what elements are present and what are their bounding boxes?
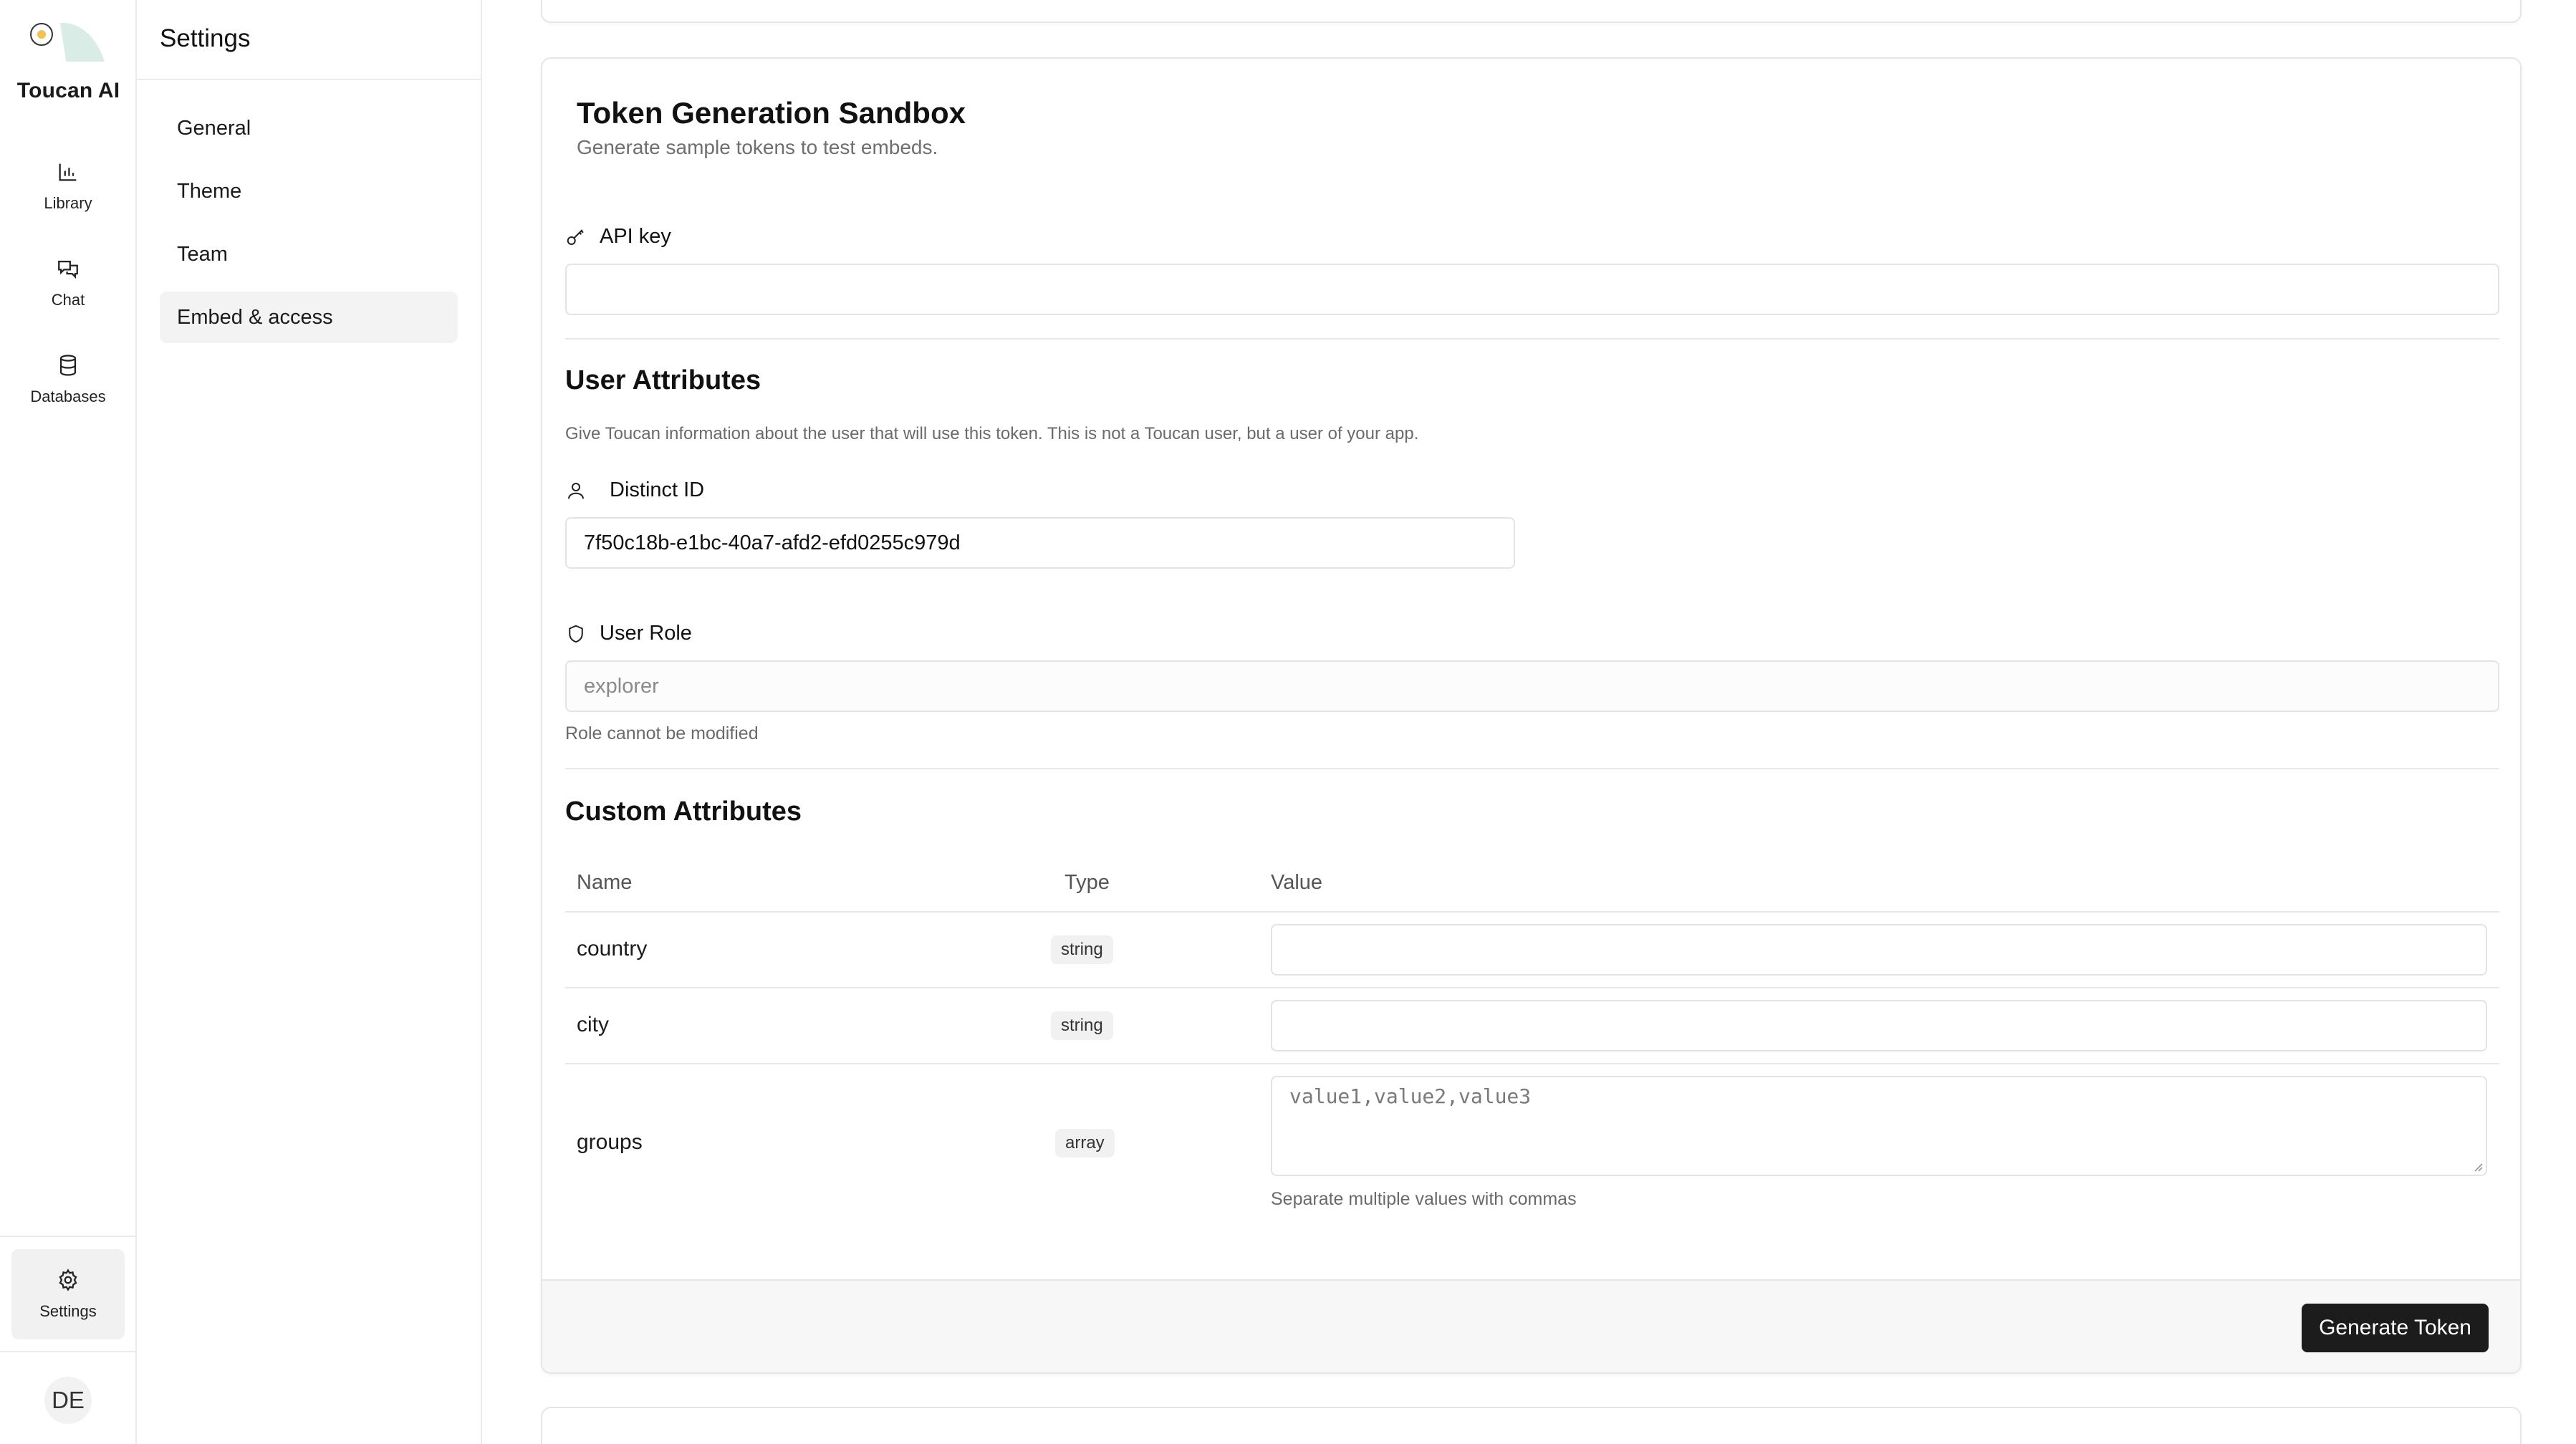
database-icon <box>59 355 77 376</box>
user-role-label: User Role <box>565 622 692 645</box>
row-divider <box>565 1063 2499 1064</box>
user-role-help: Role cannot be modified <box>565 723 759 743</box>
token-sandbox-card: Token Generation Sandbox Generate sample… <box>541 57 2522 1374</box>
settings-header-divider <box>137 79 481 80</box>
rail-item-label: Settings <box>39 1302 97 1320</box>
nav-item-theme[interactable]: Theme <box>160 165 458 217</box>
settings-nav: Settings General Theme Team Embed & acce… <box>137 0 482 1444</box>
nav-item-team[interactable]: Team <box>160 228 458 280</box>
bar-chart-icon <box>59 163 77 181</box>
api-key-label: API key <box>565 225 671 249</box>
card-footer: Generate Token <box>542 1279 2520 1372</box>
nav-item-embed-access[interactable]: Embed & access <box>160 292 458 343</box>
shield-icon <box>569 625 583 642</box>
rail-item-settings[interactable]: Settings <box>11 1249 125 1339</box>
api-key-input[interactable] <box>565 264 2499 315</box>
attribute-name: groups <box>577 1130 643 1154</box>
type-badge: string <box>1051 935 1113 964</box>
resize-grip-icon[interactable] <box>2471 1160 2483 1172</box>
next-card <box>541 1407 2522 1444</box>
api-key-label-text: API key <box>600 225 671 248</box>
user-attributes-title: User Attributes <box>565 365 761 395</box>
main-content: Token Generation Sandbox Generate sample… <box>482 0 2576 1444</box>
rail-item-library[interactable]: Library <box>11 143 125 229</box>
custom-attributes-title: Custom Attributes <box>565 796 802 827</box>
distinct-id-label: Distinct ID <box>565 478 704 502</box>
divider <box>565 768 2499 769</box>
card-title: Token Generation Sandbox <box>577 96 966 130</box>
attribute-name: country <box>577 937 648 961</box>
user-attributes-description: Give Toucan information about the user t… <box>565 424 1419 443</box>
rail-item-label: Chat <box>51 291 85 309</box>
user-role-label-text: User Role <box>600 622 692 645</box>
row-divider <box>565 987 2499 988</box>
rail-item-databases[interactable]: Databases <box>11 337 125 423</box>
avatar[interactable]: DE <box>44 1377 92 1424</box>
nav-item-general[interactable]: General <box>160 102 458 154</box>
user-icon <box>568 482 584 499</box>
rail-divider <box>0 1236 137 1237</box>
attribute-name: city <box>577 1013 609 1036</box>
groups-help: Separate multiple values with commas <box>1271 1189 1577 1209</box>
textarea-placeholder: value1,value2,value3 <box>1289 1084 1532 1108</box>
chat-bubbles-icon <box>58 260 78 279</box>
rail-item-label: Databases <box>30 388 106 405</box>
generate-token-button[interactable]: Generate Token <box>2302 1304 2489 1352</box>
column-header-name: Name <box>577 871 633 894</box>
column-header-value: Value <box>1271 871 1323 894</box>
toucan-logo-icon <box>30 22 105 62</box>
column-header-type: Type <box>1064 871 1110 894</box>
brand[interactable]: Toucan AI <box>0 0 137 129</box>
settings-title: Settings <box>160 24 251 52</box>
rail-item-chat[interactable]: Chat <box>11 240 125 326</box>
card-subtitle: Generate sample tokens to test embeds. <box>577 136 938 158</box>
country-value-input[interactable] <box>1271 924 2487 976</box>
user-role-input: explorer <box>565 660 2499 712</box>
type-badge: string <box>1051 1011 1113 1040</box>
rail-divider <box>0 1351 137 1352</box>
key-icon <box>567 228 584 245</box>
gear-icon <box>59 1269 77 1291</box>
distinct-id-input[interactable]: 7f50c18b-e1bc-40a7-afd2-efd0255c979d <box>565 517 1515 569</box>
previous-card <box>541 0 2522 23</box>
row-divider <box>565 911 2499 913</box>
city-value-input[interactable] <box>1271 1000 2487 1051</box>
icon-rail: Toucan AI Library Chat Databases Setting… <box>0 0 137 1444</box>
brand-name: Toucan AI <box>16 79 120 102</box>
type-badge: array <box>1055 1129 1115 1157</box>
groups-value-textarea[interactable]: value1,value2,value3 <box>1271 1076 2487 1176</box>
divider <box>565 338 2499 340</box>
rail-item-label: Library <box>44 194 92 212</box>
distinct-id-label-text: Distinct ID <box>610 478 705 501</box>
